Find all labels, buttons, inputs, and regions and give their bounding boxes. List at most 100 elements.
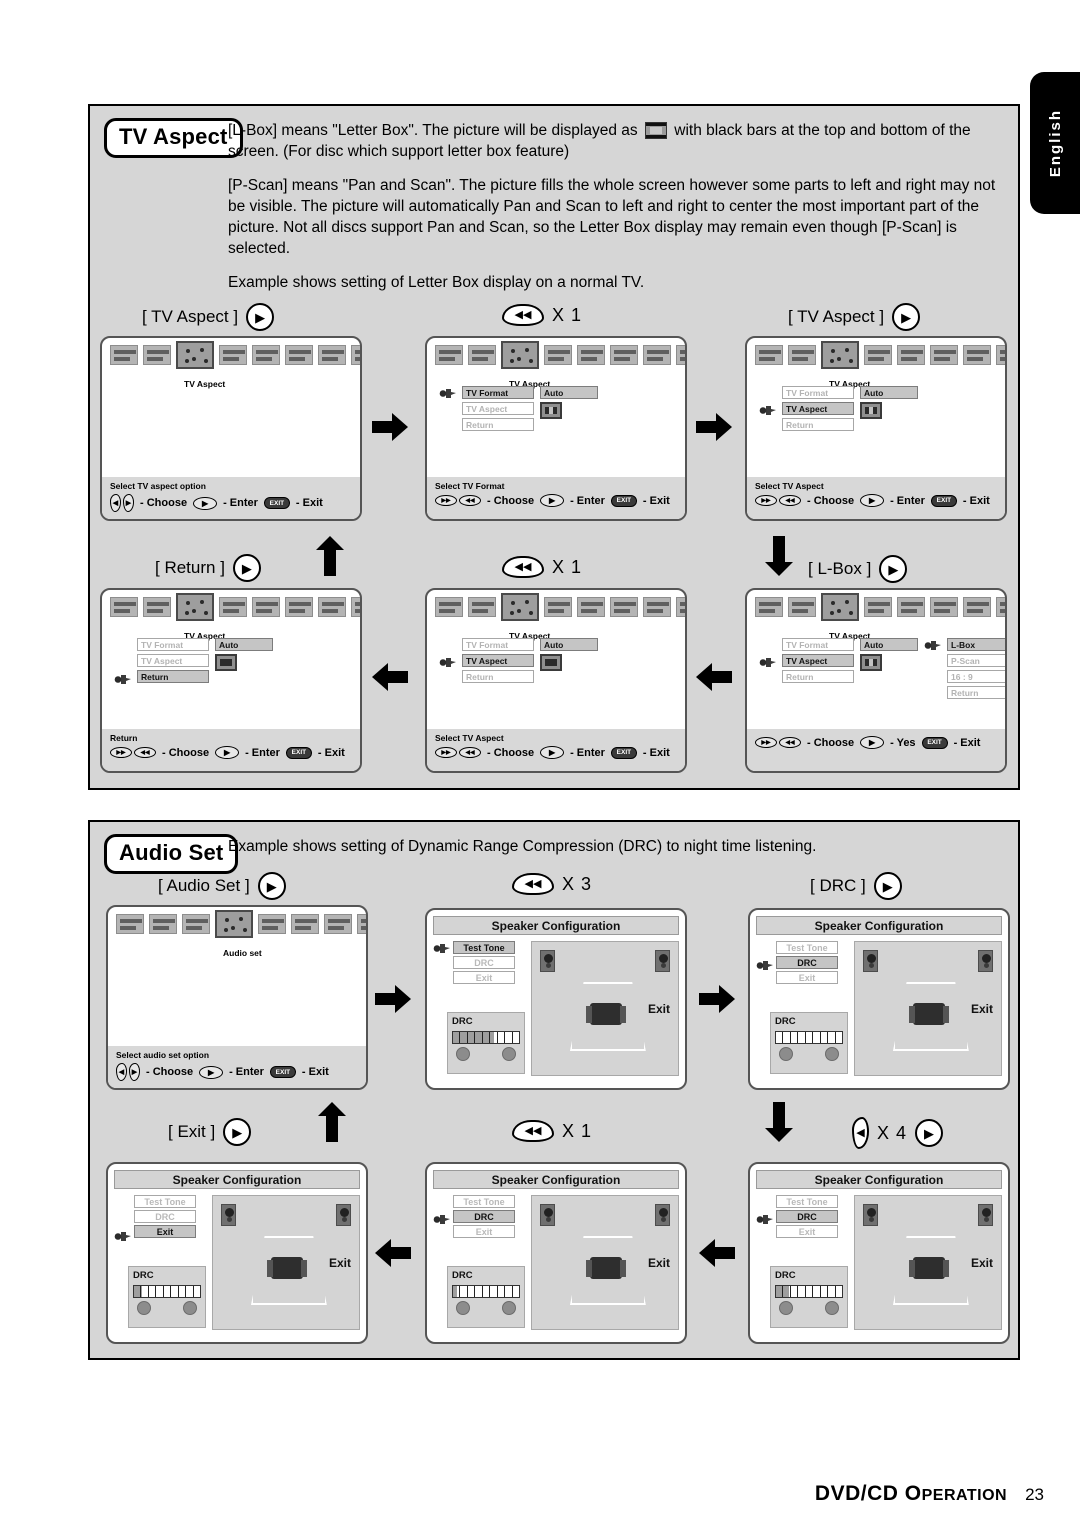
exit-key[interactable]: EXIT [263, 497, 290, 509]
enter-key[interactable]: ▶ [199, 1065, 224, 1079]
play-button[interactable]: ▶ [915, 1119, 944, 1147]
menu-value-0[interactable]: Auto [540, 638, 598, 651]
menu-icon-7[interactable] [351, 345, 360, 365]
speaker-config-screen-4[interactable]: Speaker Configuration Test Tone DRC Exit DRC… [748, 1162, 1010, 1344]
menu-icon-2[interactable] [176, 341, 214, 369]
menu-item-0[interactable]: TV Format [462, 386, 534, 399]
sun-icon[interactable] [183, 1301, 197, 1315]
menu-icon-1[interactable] [143, 597, 171, 617]
menu-icon-4[interactable] [577, 597, 605, 617]
speaker-menu-item-1[interactable]: DRC [134, 1210, 196, 1223]
menu-icon-3[interactable] [864, 345, 892, 365]
submenu-item-2[interactable]: 16 : 9 [947, 670, 1005, 683]
menu-icon-5[interactable] [291, 914, 319, 934]
play-button[interactable]: ▶ [223, 1118, 252, 1146]
submenu-item-0[interactable]: L-Box [947, 638, 1005, 651]
osd-screen-4[interactable]: TV Aspect TV Format TV Aspect Return Auto Sel… [425, 588, 687, 773]
menu-item-1[interactable]: TV Aspect [782, 402, 854, 415]
menu-icon-1[interactable] [149, 914, 177, 934]
next-key[interactable]: ◀◀ [134, 747, 156, 758]
menu-icon-7[interactable] [996, 597, 1005, 617]
menu-value-0[interactable]: Auto [860, 386, 918, 399]
speaker-menu-item-2[interactable]: Exit [453, 971, 515, 984]
menu-item-2[interactable]: Return [782, 670, 854, 683]
menu-icon-5[interactable] [285, 345, 313, 365]
next-key[interactable]: ◀◀ [459, 495, 481, 506]
menu-item-0[interactable]: TV Format [782, 638, 854, 651]
menu-icon-6[interactable] [643, 345, 671, 365]
menu-icon-3[interactable] [864, 597, 892, 617]
submenu-item-1[interactable]: P-Scan [947, 654, 1005, 667]
menu-value-0[interactable]: Auto [860, 638, 918, 651]
drc-slider[interactable] [452, 1031, 520, 1044]
menu-icon-2[interactable] [182, 914, 210, 934]
choose-keys[interactable]: ▶▶ ◀◀ [435, 747, 481, 758]
menu-icon-0[interactable] [755, 597, 783, 617]
menu-icon-0[interactable] [116, 914, 144, 934]
moon-icon[interactable] [779, 1301, 793, 1315]
menu-item-1[interactable]: TV Aspect [462, 654, 534, 667]
osd-screen-0[interactable]: TV Aspect Select TV aspect option ◀ ▶ - Choo… [100, 336, 362, 521]
choose-keys[interactable]: ▶▶ ◀◀ [435, 495, 481, 506]
choose-keys[interactable]: ◀ ▶ [110, 494, 134, 512]
exit-key[interactable]: EXIT [610, 746, 637, 759]
menu-item-2[interactable]: Return [137, 670, 209, 683]
sun-icon[interactable] [502, 1301, 516, 1315]
play-button[interactable]: ▶ [892, 303, 921, 331]
menu-icon-6[interactable] [963, 597, 991, 617]
menu-icon-4[interactable] [252, 597, 280, 617]
menu-item-1[interactable]: TV Aspect [462, 402, 534, 415]
moon-icon[interactable] [137, 1301, 151, 1315]
menu-icon-4[interactable] [897, 597, 925, 617]
moon-icon[interactable] [779, 1047, 793, 1061]
menu-icon-6[interactable] [324, 914, 352, 934]
menu-icon-1[interactable] [143, 345, 171, 365]
menu-icon-0[interactable] [110, 597, 138, 617]
exit-key[interactable]: EXIT [610, 494, 637, 507]
speaker-menu-item-0[interactable]: Test Tone [453, 941, 515, 954]
menu-icon-7[interactable] [676, 597, 685, 617]
speaker-menu-item-2[interactable]: Exit [776, 971, 838, 984]
menu-icon-6[interactable] [318, 597, 346, 617]
menu-icon-3[interactable] [219, 345, 247, 365]
menu-icon-4[interactable] [577, 345, 605, 365]
menu-icon-4[interactable] [252, 345, 280, 365]
exit-key[interactable]: EXIT [930, 494, 957, 507]
osd-screen-audio-set[interactable]: Audio set Select audio set option ◀ ▶ - Choo… [106, 905, 368, 1090]
next-key[interactable]: ◀◀ [779, 737, 801, 748]
drc-slider[interactable] [775, 1031, 843, 1044]
drc-slider[interactable] [133, 1285, 201, 1298]
menu-item-0[interactable]: TV Format [137, 638, 209, 651]
speaker-menu-item-0[interactable]: Test Tone [134, 1195, 196, 1208]
choose-keys[interactable]: ◀ ▶ [116, 1063, 140, 1081]
enter-key[interactable]: ▶ [193, 496, 218, 510]
menu-icon-2[interactable] [176, 593, 214, 621]
exit-key[interactable]: EXIT [921, 736, 948, 749]
menu-icon-3[interactable] [544, 345, 572, 365]
next-key[interactable]: ◀◀ [459, 747, 481, 758]
rewind-button[interactable]: ◀◀ [512, 873, 554, 895]
menu-item-1[interactable]: TV Aspect [782, 654, 854, 667]
play-button[interactable]: ▶ [246, 303, 275, 331]
speaker-config-screen-0[interactable]: Speaker Configuration Test Tone DRC Exit DRC… [425, 908, 687, 1090]
enter-key[interactable]: ▶ [540, 746, 565, 759]
menu-icon-5[interactable] [930, 345, 958, 365]
menu-icon-1[interactable] [788, 345, 816, 365]
speaker-menu-item-1[interactable]: DRC [453, 956, 515, 969]
choose-keys[interactable]: ▶▶ ◀◀ [110, 747, 156, 758]
menu-icon-4[interactable] [258, 914, 286, 934]
speaker-menu-item-1[interactable]: DRC [453, 1210, 515, 1223]
menu-icon-2[interactable] [821, 341, 859, 369]
osd-screen-5[interactable]: TV Aspect TV Format TV Aspect Return Auto L-B… [745, 588, 1007, 773]
exit-key[interactable]: EXIT [285, 746, 312, 759]
menu-icon-6[interactable] [643, 597, 671, 617]
menu-icon-5[interactable] [610, 345, 638, 365]
menu-item-1[interactable]: TV Aspect [137, 654, 209, 667]
menu-icon-3[interactable] [219, 597, 247, 617]
left-key[interactable]: ◀ [116, 1063, 127, 1081]
menu-icon-1[interactable] [468, 597, 496, 617]
speaker-menu-item-2[interactable]: Exit [134, 1225, 196, 1238]
right-key[interactable]: ▶ [123, 494, 134, 512]
menu-item-0[interactable]: TV Format [462, 638, 534, 651]
menu-icon-6[interactable] [963, 345, 991, 365]
